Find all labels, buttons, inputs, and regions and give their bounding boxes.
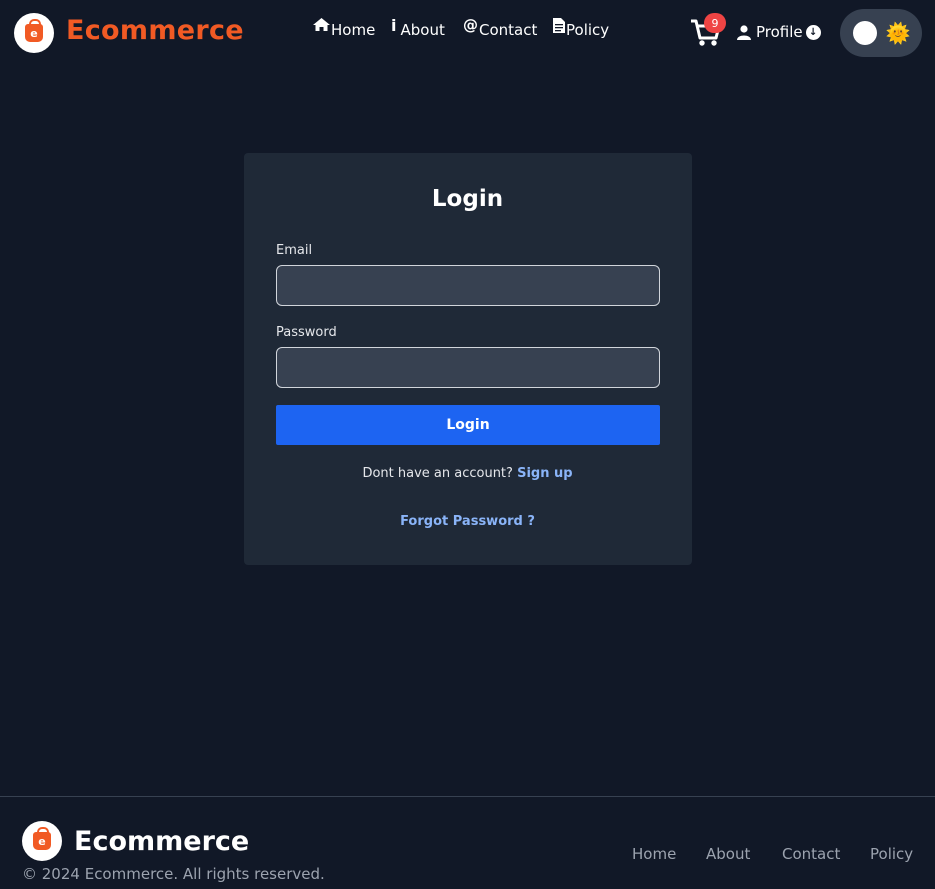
nav-policy-label: Policy <box>566 21 610 39</box>
signup-link[interactable]: Sign up <box>517 466 572 481</box>
logo-letter: e <box>30 26 38 40</box>
nav-home-label: Home <box>331 21 376 39</box>
logo[interactable]: e <box>14 13 54 53</box>
login-button[interactable]: Login <box>276 405 660 445</box>
cart-count-badge: 9 <box>704 13 726 33</box>
at-icon: @ <box>463 16 478 34</box>
password-field[interactable] <box>276 347 660 388</box>
nav-contact[interactable]: @ Contact <box>463 16 538 40</box>
signup-prompt: Dont have an account? Sign up <box>0 466 935 481</box>
info-icon: i <box>391 16 397 35</box>
footer-logo-letter: e <box>38 834 46 848</box>
document-icon <box>553 18 565 36</box>
footer-divider <box>0 796 935 797</box>
theme-toggle[interactable]: 🌞 <box>840 9 922 57</box>
home-icon <box>313 18 330 35</box>
sun-icon: 🌞 <box>885 21 911 45</box>
nav-policy[interactable]: Policy <box>553 18 610 39</box>
password-label: Password <box>276 325 337 340</box>
brand-name[interactable]: Ecommerce <box>66 15 244 46</box>
profile-menu[interactable]: Profile ↓ <box>737 23 821 41</box>
user-icon <box>737 24 751 40</box>
login-title: Login <box>431 186 504 212</box>
email-label: Email <box>276 243 313 258</box>
footer-logo[interactable]: e <box>22 821 62 861</box>
footer-link-about[interactable]: About <box>706 845 750 863</box>
footer-link-contact[interactable]: Contact <box>782 845 840 863</box>
toggle-knob <box>853 21 877 45</box>
profile-label: Profile <box>756 23 803 41</box>
no-account-text: Dont have an account? <box>362 466 513 481</box>
nav-contact-label: Contact <box>479 21 538 39</box>
nav-about[interactable]: i About <box>391 16 445 40</box>
chevron-down-icon: ↓ <box>805 24 821 40</box>
footer-link-home[interactable]: Home <box>632 845 676 863</box>
nav-about-label: About <box>400 21 445 39</box>
forgot-password-link[interactable]: Forgot Password ? <box>400 514 535 529</box>
shopping-bag-icon: e <box>25 19 43 42</box>
copyright-text: © 2024 Ecommerce. All rights reserved. <box>22 865 325 883</box>
shopping-bag-icon: e <box>33 827 51 850</box>
email-field[interactable] <box>276 265 660 306</box>
top-navbar: e Ecommerce Home i About @ Contact Polic… <box>0 0 935 66</box>
footer-brand-name[interactable]: Ecommerce <box>74 826 249 857</box>
footer-link-policy[interactable]: Policy <box>870 845 913 863</box>
forgot-password-row: Forgot Password ? <box>0 514 935 529</box>
nav-home[interactable]: Home <box>313 18 376 39</box>
